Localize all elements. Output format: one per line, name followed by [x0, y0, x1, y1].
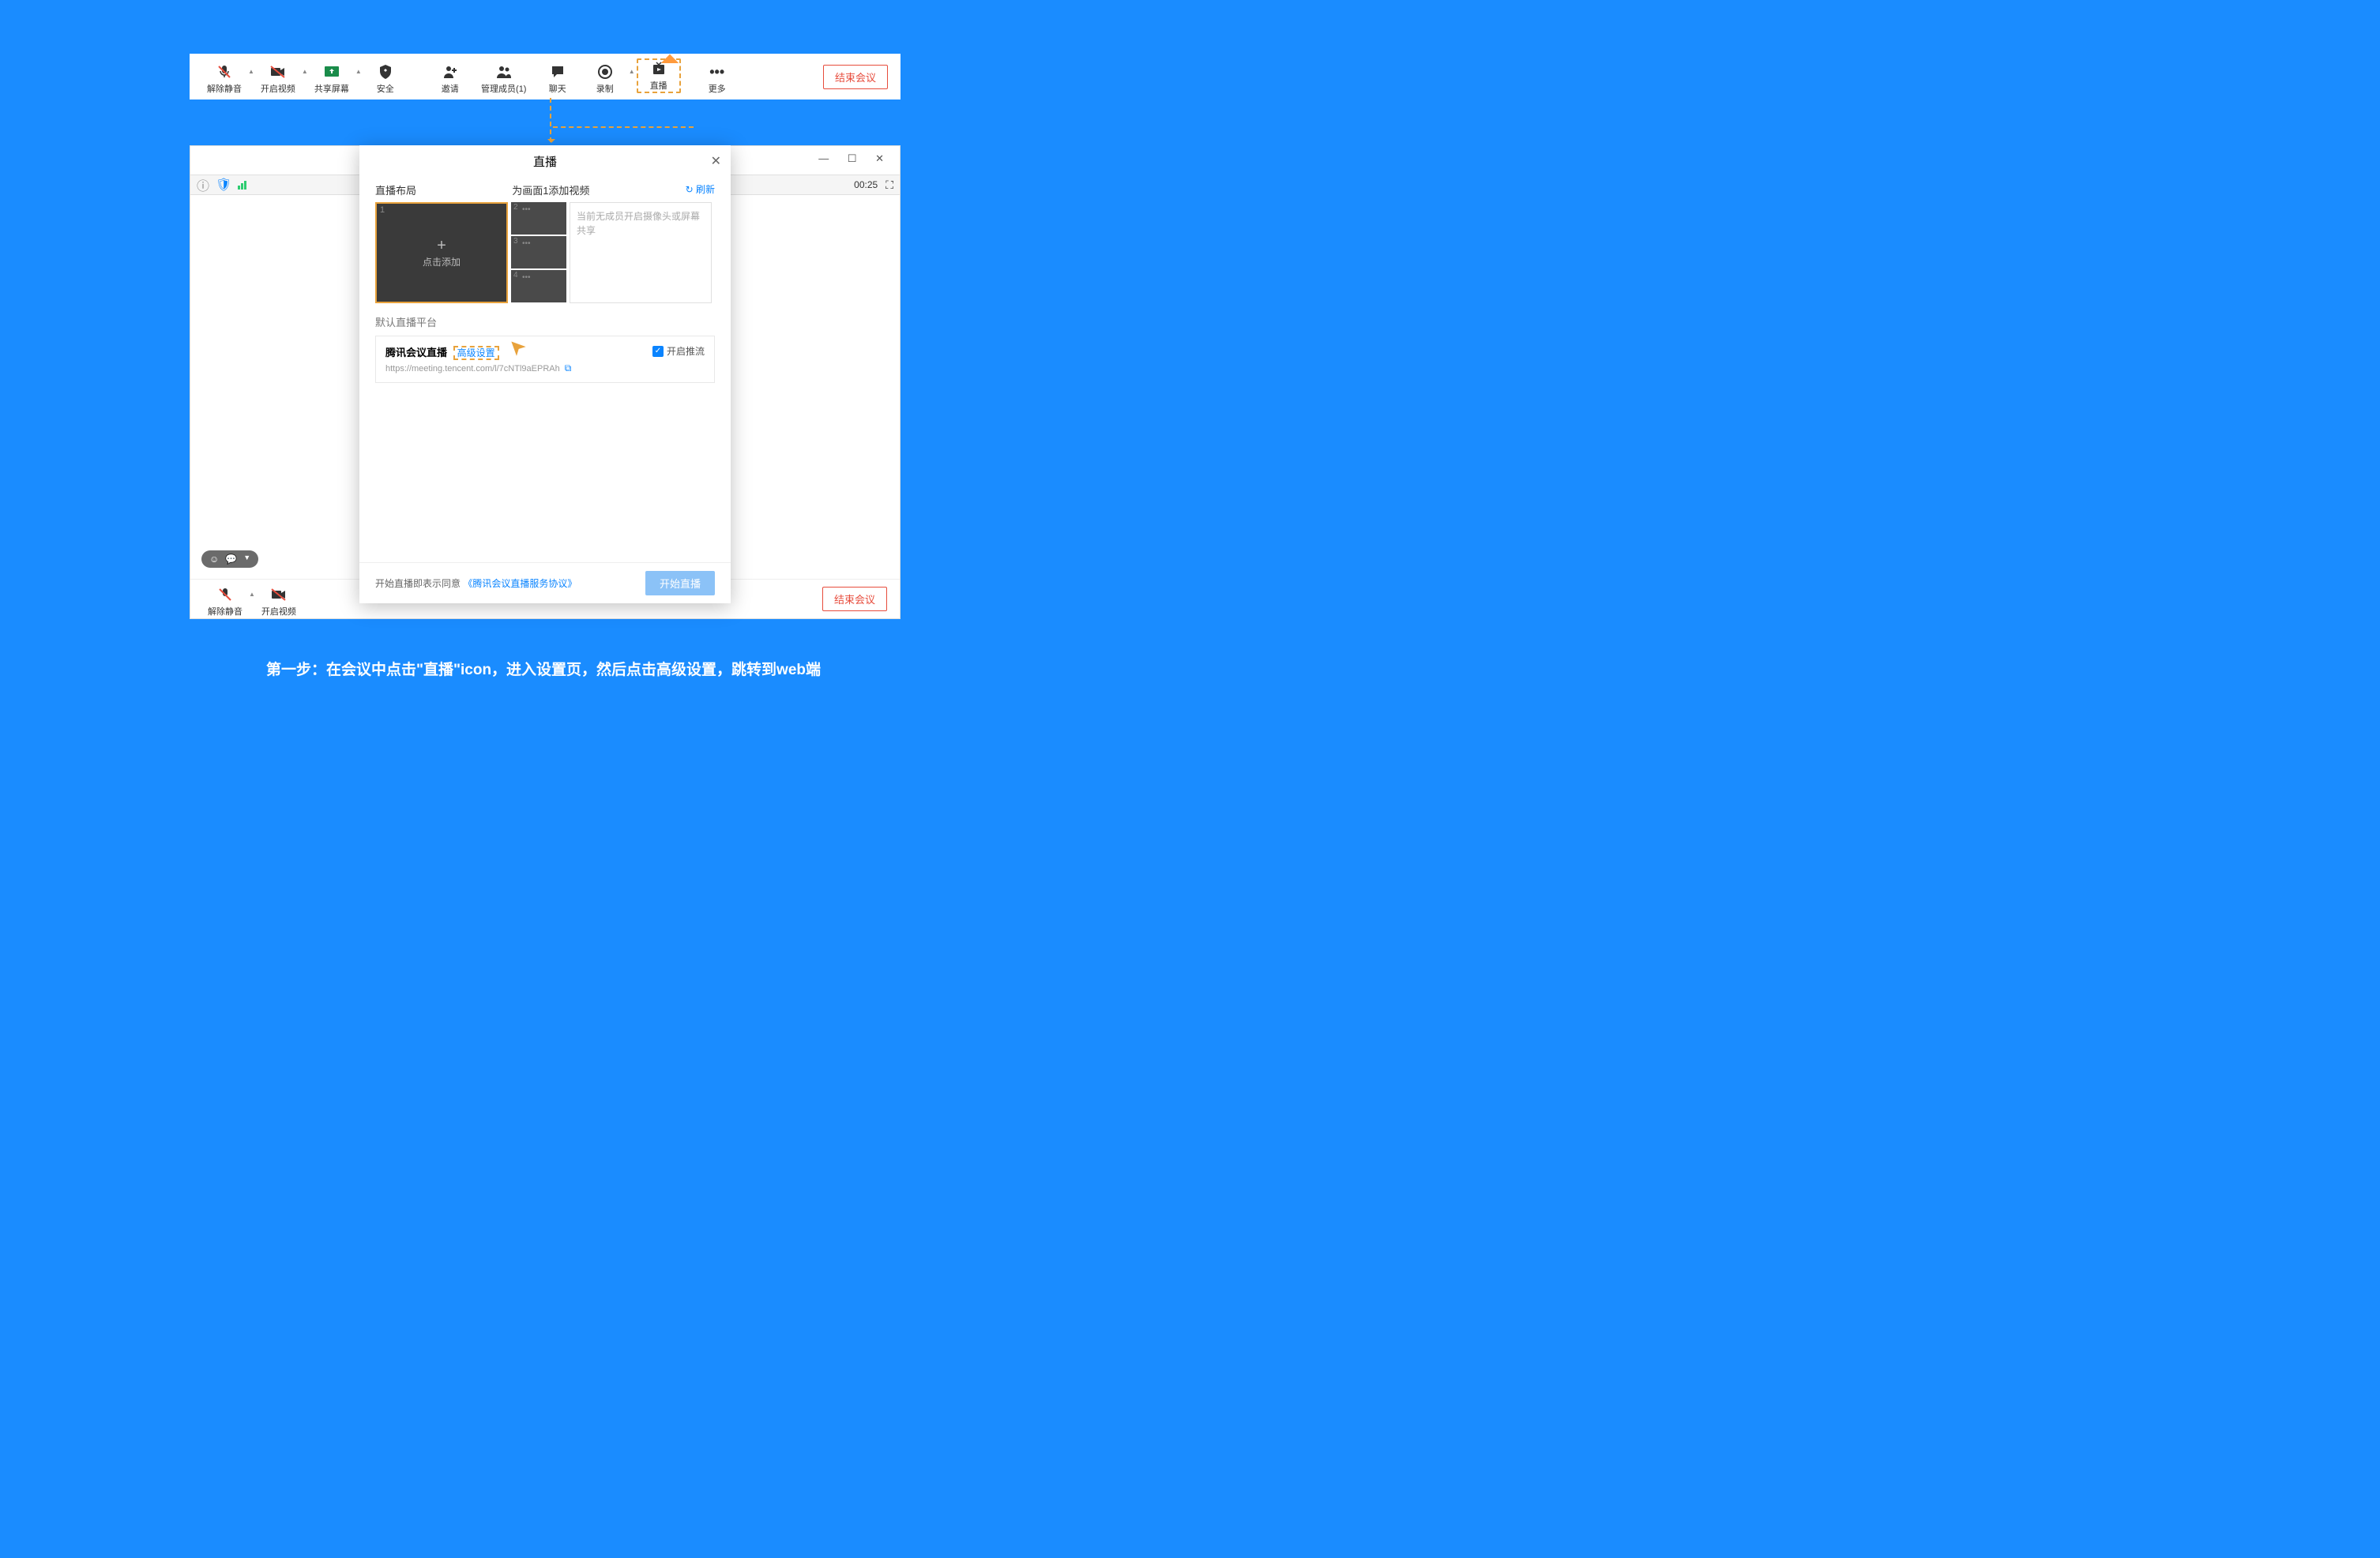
- end-meeting-button[interactable]: 结束会议: [823, 65, 888, 89]
- close-icon[interactable]: ✕: [711, 153, 721, 169]
- emoji-icon[interactable]: ☺: [209, 554, 219, 565]
- chevron-up-icon[interactable]: ▲: [249, 591, 255, 598]
- info-icon[interactable]: ⓘ: [197, 175, 209, 194]
- chevron-up-icon[interactable]: ▲: [355, 68, 362, 75]
- step-caption: 第一步：在会议中点击"直播"icon，进入设置页，然后点击高级设置，跳转到web…: [0, 658, 1087, 679]
- more-label: 更多: [709, 82, 726, 95]
- invite-label: 邀请: [442, 82, 459, 95]
- push-label: 开启推流: [667, 344, 705, 358]
- refresh-text: 刷新: [696, 184, 715, 195]
- layout-slot-main[interactable]: 1 + 点击添加: [375, 202, 508, 303]
- unmute-button[interactable]: 解除静音: [203, 581, 247, 618]
- record-icon: [596, 63, 615, 81]
- manage-members-button[interactable]: 管理成员(1): [476, 58, 532, 95]
- layout-slot-4[interactable]: 4•••: [511, 270, 566, 302]
- main-toolbar: 解除静音 ▲ 开启视频 ▲ 共享屏幕 ▲ 安全 邀请 管理成员(1) 聊天: [190, 54, 900, 99]
- chevron-up-icon[interactable]: ▲: [629, 68, 635, 75]
- stream-url: https://meeting.tencent.com/l/7cNTl9aEPR…: [385, 364, 560, 374]
- chat-icon: [548, 63, 567, 81]
- platform-section-label: 默认直播平台: [375, 314, 715, 329]
- members-icon: [494, 63, 513, 81]
- click-add-label: 点击添加: [423, 255, 461, 268]
- start-video-button[interactable]: 开启视频: [257, 581, 301, 618]
- share-icon: [322, 63, 341, 81]
- toolbar-items: 解除静音 ▲ 开启视频 ▲ 共享屏幕 ▲ 安全 邀请 管理成员(1) 聊天: [202, 58, 739, 95]
- chat-button[interactable]: 聊天: [536, 58, 580, 95]
- record-button[interactable]: 录制: [583, 58, 627, 95]
- invite-button[interactable]: 邀请: [428, 58, 472, 95]
- share-screen-button[interactable]: 共享屏幕: [310, 58, 354, 95]
- add-video-label: 为画面1添加视频: [512, 182, 589, 197]
- unmute-button[interactable]: 解除静音: [202, 58, 246, 95]
- video-label: 开启视频: [261, 82, 295, 95]
- platform-row: 腾讯会议直播 高级设置 https://meeting.tencent.com/…: [375, 336, 715, 383]
- enable-push-checkbox[interactable]: ✓ 开启推流: [652, 344, 705, 358]
- meeting-timer: 00:25: [854, 179, 878, 190]
- checkbox-checked-icon: ✓: [652, 346, 664, 357]
- refresh-button[interactable]: ↻ 刷新: [686, 182, 715, 197]
- camera-off-icon: [269, 63, 288, 81]
- members-label: 管理成员(1): [481, 82, 526, 95]
- chat-label: 聊天: [549, 82, 566, 95]
- live-settings-modal: 直播 ✕ 直播布局 为画面1添加视频 ↻ 刷新 1 + 点击添加 2••• 3•…: [359, 145, 731, 603]
- security-button[interactable]: 安全: [363, 58, 408, 95]
- start-live-button[interactable]: 开始直播: [645, 571, 715, 595]
- modal-title-text: 直播: [533, 156, 557, 169]
- unmute-label: 解除静音: [208, 605, 243, 618]
- video-label: 开启视频: [261, 605, 296, 618]
- advanced-settings-link[interactable]: 高级设置: [453, 346, 499, 360]
- shield-icon[interactable]: 🛡: [216, 177, 231, 193]
- terms-link[interactable]: 《腾讯会议直播服务协议》: [463, 578, 577, 589]
- unmute-label: 解除静音: [207, 82, 242, 95]
- modal-title: 直播 ✕: [359, 145, 731, 178]
- modal-footer: 开始直播即表示同意 《腾讯会议直播服务协议》 开始直播: [359, 562, 731, 603]
- signal-icon: [238, 181, 246, 190]
- shield-icon: [376, 63, 395, 81]
- chat-pill[interactable]: ☺ 💬 ▼: [201, 550, 258, 568]
- live-icon: [649, 60, 668, 77]
- video-source-box: 当前无成员开启摄像头或屏幕共享: [570, 202, 712, 303]
- agreement-text: 开始直播即表示同意 《腾讯会议直播服务协议》: [375, 576, 577, 590]
- window-controls[interactable]: — ☐ ✕: [818, 152, 892, 165]
- live-label: 直播: [650, 79, 667, 92]
- copy-icon[interactable]: ⧉: [565, 362, 572, 374]
- layout-slot-2[interactable]: 2•••: [511, 202, 566, 235]
- end-meeting-button[interactable]: 结束会议: [822, 587, 887, 611]
- camera-off-icon: [269, 586, 288, 603]
- share-label: 共享屏幕: [314, 82, 349, 95]
- annotation-arrow: [553, 98, 694, 128]
- more-icon: •••: [708, 63, 727, 81]
- chevron-up-icon[interactable]: ▲: [248, 68, 254, 75]
- record-label: 录制: [596, 82, 614, 95]
- invite-icon: [441, 63, 460, 81]
- layout-label: 直播布局: [375, 182, 416, 197]
- chevron-up-icon[interactable]: ▲: [302, 68, 308, 75]
- mic-muted-icon: [216, 586, 235, 603]
- security-label: 安全: [377, 82, 394, 95]
- fullscreen-icon[interactable]: ⛶: [885, 178, 893, 192]
- chevron-down-icon[interactable]: ▼: [243, 554, 250, 565]
- annotation-arrow: [550, 98, 551, 142]
- bullet-icon[interactable]: 💬: [225, 554, 237, 565]
- live-button[interactable]: 直播: [637, 58, 681, 93]
- more-button[interactable]: ••• 更多: [695, 58, 739, 95]
- mic-muted-icon: [215, 63, 234, 81]
- platform-name: 腾讯会议直播: [385, 347, 447, 359]
- start-video-button[interactable]: 开启视频: [256, 58, 300, 95]
- layout-slot-3[interactable]: 3•••: [511, 236, 566, 268]
